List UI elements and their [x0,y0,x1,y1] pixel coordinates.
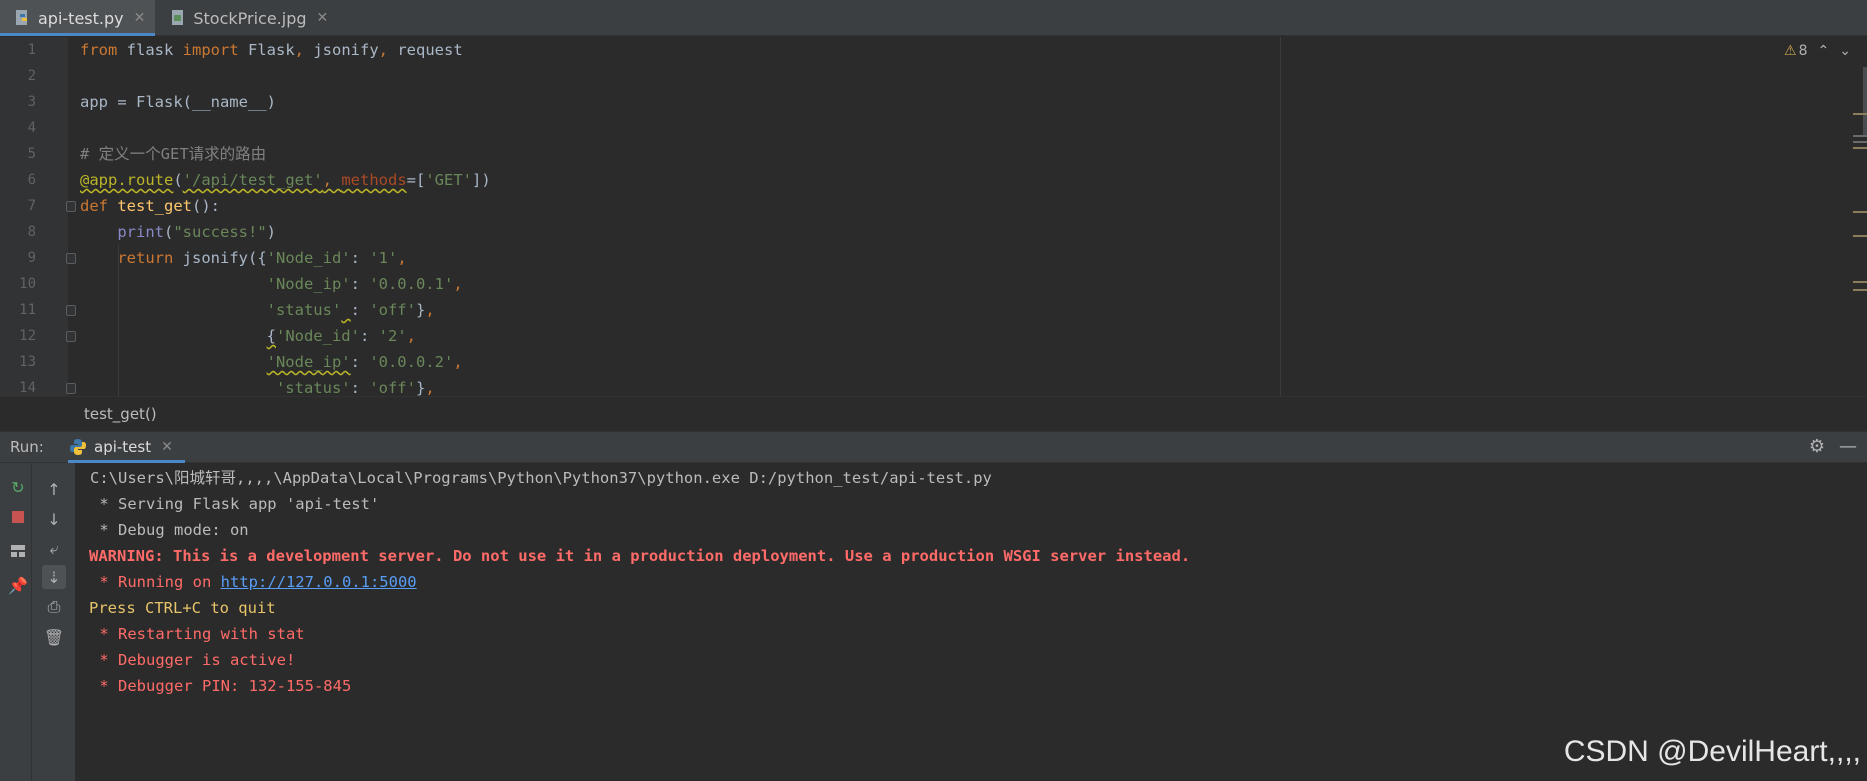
error-stripe[interactable] [1849,37,1867,396]
console-line: C:\Users\阳城轩哥,,,,\AppData\Local\Programs… [90,469,992,487]
gear-icon[interactable]: ⚙ [1809,436,1825,457]
line-number: 3 [27,94,36,110]
inspection-count: 8 [1798,43,1808,59]
line-number: 10 [19,276,36,292]
close-icon[interactable]: ✕ [161,439,173,455]
console-line: * Restarting with stat [90,625,305,643]
pin-icon[interactable]: 📌 [6,573,30,597]
code-line-14: 'status': 'off'}, [275,379,435,396]
image-file-icon [172,10,184,25]
chevron-up-icon[interactable]: ⌃ [1818,43,1830,59]
minimize-icon[interactable]: — [1839,436,1857,457]
python-icon [70,439,86,455]
code-line-7: def test_get(): [80,197,220,215]
rerun-icon[interactable]: ↻ [6,475,30,499]
fold-marker[interactable] [66,253,76,264]
code-line-1: from flask import Flask, jsonify, reques… [80,41,463,59]
console-line: * Debugger is active! [90,651,296,669]
python-file-icon [16,10,27,25]
arrow-down-icon[interactable]: ↓ [42,507,66,531]
warning-icon: ⚠ [1784,43,1797,59]
console-line: * Debug mode: on [90,521,249,539]
trash-icon[interactable]: 🗑 [42,625,66,649]
close-icon[interactable]: ✕ [134,10,146,26]
code-line-13: 'Node_ip': '0.0.0.2', [266,353,463,371]
line-number: 7 [27,198,36,214]
code-line-3: app = Flask(__name__) [80,93,276,111]
soft-wrap-icon[interactable]: ⤶ [42,537,66,561]
close-icon[interactable]: ✕ [317,10,329,26]
line-number: 5 [27,146,36,162]
run-window-actions: ⚙ — [1809,436,1857,457]
code-editor[interactable]: 1 2 3 4 5 6 7 8 9 10 11 12 13 14 from fl… [0,37,1867,396]
stripe-mark[interactable] [1853,141,1867,143]
code-line-6: @app.route('/api/test_get', methods=['GE… [80,171,491,189]
line-number: 2 [27,68,36,84]
console-line: * Serving Flask app 'api-test' [90,495,380,513]
layout-icon[interactable] [6,539,30,563]
stop-button[interactable] [6,505,30,529]
console-line: * Running on http://127.0.0.1:5000 [90,569,417,595]
console-text: * Running on [90,573,221,591]
inspection-widget[interactable]: ⚠ 8 ⌃ ⌄ [1784,43,1851,59]
fold-marker[interactable] [66,201,76,212]
code-line-9: return jsonify({'Node_id': '1', [117,249,407,267]
tab-api-test-py[interactable]: api-test.py ✕ [0,0,156,36]
run-toolwindow-header: Run: api-test ✕ ⚙ — [0,431,1867,463]
stripe-mark[interactable] [1853,281,1867,283]
console-line: Press CTRL+C to quit [89,599,276,617]
code-line-8: print("success!") [117,223,277,241]
line-number: 14 [19,380,36,396]
code-line-10: 'Node_ip': '0.0.0.1', [266,275,463,293]
scroll-to-end-icon[interactable]: ⇣ [42,565,66,589]
fold-marker[interactable] [66,331,76,342]
run-toolbar-primary: ↻ 📌 [0,463,32,781]
run-label: Run: [10,438,44,456]
fold-marker[interactable] [66,305,76,316]
code-content[interactable]: from flask import Flask, jsonify, reques… [80,37,1867,396]
line-number: 13 [19,354,36,370]
line-number: 6 [27,172,36,188]
stop-icon [12,511,24,523]
line-number: 8 [27,224,36,240]
console-warning-line: WARNING: This is a development server. D… [89,547,1191,565]
line-number: 9 [27,250,36,266]
run-tab-label: api-test [94,438,152,456]
line-number: 11 [19,302,36,318]
run-toolbar-secondary: ↑ ↓ ⤶ ⇣ ⎙ 🗑 [32,463,76,781]
server-url-link[interactable]: http://127.0.0.1:5000 [221,573,417,591]
fold-marker[interactable] [66,383,76,394]
code-line-11: 'status' : 'off'}, [266,301,435,319]
stripe-mark[interactable] [1853,135,1867,137]
scrollbar-thumb[interactable] [1863,67,1867,137]
stripe-mark[interactable] [1853,235,1867,237]
stripe-mark[interactable] [1853,211,1867,213]
console-output[interactable]: C:\Users\阳城轩哥,,,,\AppData\Local\Programs… [77,463,1867,781]
print-icon[interactable]: ⎙ [42,595,66,619]
tab-label: api-test.py [38,8,124,28]
stripe-mark[interactable] [1853,113,1867,115]
arrow-up-icon[interactable]: ↑ [42,477,66,501]
stripe-mark[interactable] [1853,147,1867,149]
editor-tab-bar: api-test.py ✕ StockPrice.jpg ✕ [0,0,1867,36]
stripe-mark[interactable] [1853,289,1867,291]
line-number: 12 [19,328,36,344]
line-number: 4 [27,120,36,136]
code-line-12: {'Node_id': '2', [266,327,416,345]
watermark: CSDN @DevilHeart,,,, [1563,735,1861,768]
line-number: 1 [27,42,36,58]
code-line-5: # 定义一个GET请求的路由 [80,145,267,163]
tab-stockprice-jpg[interactable]: StockPrice.jpg ✕ [155,0,338,36]
breadcrumb-item[interactable]: test_get() [84,405,157,423]
run-tab-api-test[interactable]: api-test ✕ [68,432,185,463]
console-line: * Debugger PIN: 132-155-845 [90,677,352,695]
breadcrumb[interactable]: test_get() [0,396,1867,430]
tab-label: StockPrice.jpg [193,8,307,28]
